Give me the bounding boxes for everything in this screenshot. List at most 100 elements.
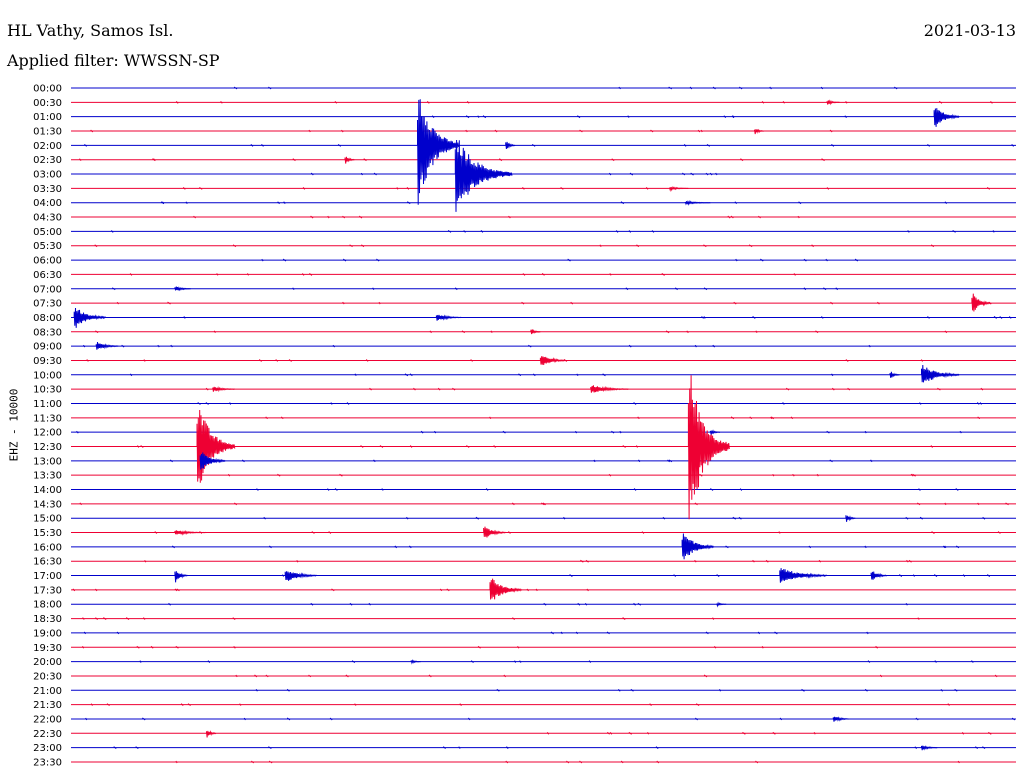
noise-mark [619, 430, 622, 434]
noise-mark [914, 746, 917, 749]
noise-mark [697, 129, 701, 133]
row-time-label: 15:30 [33, 528, 62, 539]
noise-mark [72, 588, 76, 592]
row-time-label: 14:00 [33, 485, 62, 496]
noise-mark [821, 316, 824, 319]
noise-mark [793, 273, 796, 276]
seismic-event [505, 141, 516, 150]
noise-mark [962, 574, 966, 577]
noise-mark [870, 459, 873, 463]
noise-mark [944, 330, 948, 334]
noise-mark [342, 301, 345, 305]
noise-mark [454, 287, 458, 291]
noise-mark [651, 230, 655, 233]
noise-mark [957, 760, 960, 764]
seismic-event [832, 716, 850, 722]
noise-mark [940, 688, 943, 692]
seismic-event [870, 571, 888, 580]
noise-mark [912, 574, 915, 577]
noise-mark [243, 717, 246, 721]
noise-mark [811, 244, 814, 248]
noise-mark [709, 172, 713, 176]
noise-mark [618, 86, 621, 90]
noise-mark [636, 445, 638, 448]
noise-mark [772, 473, 775, 477]
row-time-label: 23:00 [33, 743, 62, 754]
noise-mark [381, 488, 384, 491]
row-time-label: 13:00 [33, 456, 62, 467]
noise-mark [522, 187, 525, 190]
noise-mark [868, 344, 871, 348]
row-time-label: 04:30 [33, 213, 62, 224]
noise-mark [193, 215, 196, 219]
seismic-event [174, 529, 207, 536]
noise-mark [330, 402, 333, 405]
row-time-label: 13:30 [33, 471, 62, 482]
noise-mark [494, 129, 498, 133]
row-time-label: 18:30 [33, 614, 62, 625]
noise-mark [263, 516, 266, 520]
noise-mark [296, 559, 299, 563]
noise-mark [183, 316, 186, 319]
seismic-event [754, 128, 765, 135]
seismic-event [539, 356, 566, 366]
seismic-event [921, 745, 938, 751]
noise-mark [110, 230, 114, 233]
noise-mark [845, 101, 848, 104]
noise-mark [143, 359, 146, 362]
seismic-event [73, 307, 107, 328]
noise-mark [694, 344, 697, 348]
seismic-event [212, 386, 235, 393]
noise-mark [575, 631, 578, 635]
row-time-label: 12:30 [33, 442, 62, 453]
noise-mark [79, 502, 82, 506]
noise-mark [977, 502, 980, 506]
noise-mark [493, 445, 496, 448]
noise-mark [633, 488, 637, 491]
noise-mark [588, 660, 592, 663]
noise-mark [468, 717, 471, 721]
noise-mark [906, 559, 909, 563]
noise-mark [734, 201, 738, 205]
noise-mark [372, 287, 375, 291]
noise-mark [470, 359, 473, 362]
row-time-label: 00:00 [33, 84, 62, 95]
noise-mark [971, 660, 974, 663]
noise-mark [157, 344, 160, 348]
noise-mark [864, 430, 867, 434]
seismic-event [669, 185, 689, 192]
noise-mark [917, 617, 920, 620]
row-time-label: 18:00 [33, 600, 62, 611]
row-time-label: 21:30 [33, 700, 62, 711]
noise-mark [368, 602, 371, 606]
noise-mark [779, 717, 783, 721]
row-time-label: 05:30 [33, 241, 62, 252]
row-time-label: 04:00 [33, 198, 62, 209]
noise-mark [637, 416, 640, 420]
noise-mark [261, 144, 264, 147]
noise-mark [378, 301, 381, 305]
noise-mark [512, 502, 515, 506]
noise-mark [790, 416, 794, 420]
row-time-label: 23:30 [33, 757, 62, 768]
noise-mark [185, 201, 188, 204]
seismic-event [435, 314, 462, 321]
noise-mark [255, 689, 258, 692]
noise-mark [797, 215, 800, 219]
noise-mark [782, 402, 785, 405]
row-time-label: 09:30 [33, 356, 62, 367]
seismic-event [921, 364, 960, 383]
noise-mark [213, 330, 216, 334]
row-time-label: 11:00 [33, 399, 62, 410]
noise-mark [153, 158, 156, 161]
noise-mark [143, 617, 146, 620]
noise-mark [919, 402, 922, 405]
row-time-label: 16:00 [33, 542, 62, 553]
row-time-label: 00:30 [33, 98, 62, 109]
seismic-event [684, 199, 711, 206]
noise-mark [609, 273, 612, 276]
seismic-event [284, 571, 318, 581]
noise-mark [406, 516, 409, 520]
noise-mark [86, 359, 89, 362]
noise-mark [662, 516, 666, 520]
